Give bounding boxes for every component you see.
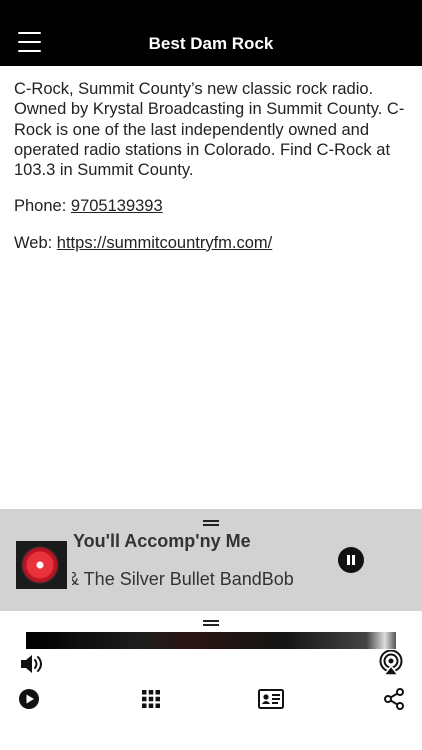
- drag-handle-icon[interactable]: [203, 520, 219, 526]
- pause-button[interactable]: [338, 547, 364, 573]
- artist-marquee: & The Silver Bullet BandBob: [72, 569, 294, 593]
- station-description: C-Rock, Summit County’s new classic rock…: [14, 80, 405, 180]
- player-panel: [0, 611, 422, 750]
- artist-name: & The Silver Bullet BandBob: [72, 569, 294, 589]
- station-info: C-Rock, Summit County’s new classic rock…: [14, 79, 412, 269]
- phone-row: Phone: 9705139393: [14, 196, 412, 216]
- page-title: Best Dam Rock: [148, 34, 274, 53]
- airplay-icon[interactable]: [378, 650, 404, 676]
- phone-label: Phone:: [14, 197, 71, 216]
- web-label: Web:: [14, 233, 57, 252]
- web-link[interactable]: https://summitcountryfm.com/: [57, 234, 272, 252]
- phone-link[interactable]: 9705139393: [71, 197, 163, 215]
- album-artwork: [16, 541, 67, 589]
- web-row: Web: https://summitcountryfm.com/: [14, 233, 412, 253]
- player-drag-handle-icon[interactable]: [203, 620, 219, 626]
- grid-icon[interactable]: [142, 690, 160, 708]
- contact-card-icon[interactable]: [258, 689, 284, 709]
- volume-icon[interactable]: [20, 653, 44, 675]
- video-preview: [26, 632, 396, 649]
- app-header: Best Dam Rock: [0, 0, 422, 66]
- share-icon[interactable]: [383, 688, 405, 710]
- song-title: You'll Accomp'ny Me: [73, 531, 251, 551]
- play-icon[interactable]: [18, 688, 40, 710]
